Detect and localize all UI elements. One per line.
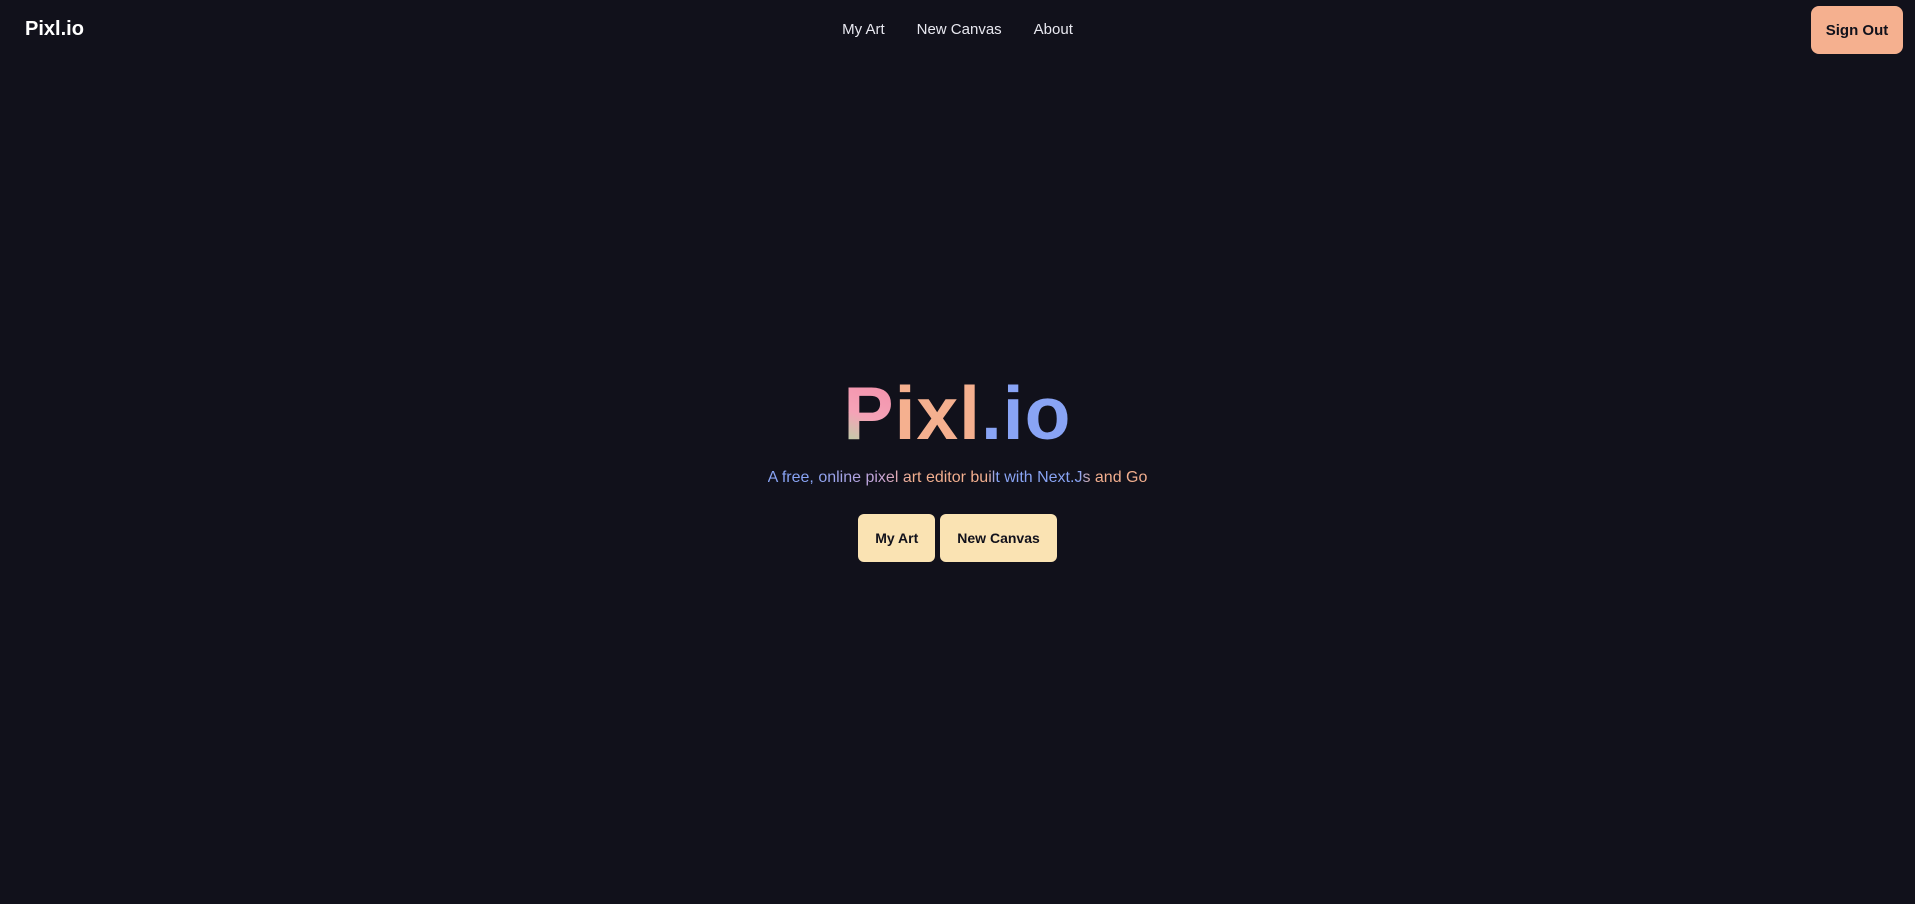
hero-title: Pixl.io [844, 370, 1072, 456]
hero-subtitle: A free, online pixel art editor built wi… [767, 469, 1148, 486]
nav-link-new-canvas[interactable]: New Canvas [917, 20, 1002, 40]
hero-title-part-2: ixl [894, 371, 981, 455]
my-art-button[interactable]: My Art [858, 514, 936, 562]
nav-links: My Art New Canvas About [0, 20, 1915, 40]
sign-out-button[interactable]: Sign Out [1811, 6, 1903, 54]
nav-link-about[interactable]: About [1034, 20, 1073, 40]
hero-section: Pixl.io A free, online pixel art editor … [0, 370, 1915, 562]
hero-title-part-1: P [843, 371, 895, 455]
navbar: Pixl.io My Art New Canvas About Sign Out [0, 0, 1915, 60]
hero-title-part-3: .io [980, 371, 1072, 455]
hero-buttons: My Art New Canvas [858, 514, 1057, 562]
nav-link-my-art[interactable]: My Art [842, 20, 885, 40]
new-canvas-button[interactable]: New Canvas [940, 514, 1057, 562]
